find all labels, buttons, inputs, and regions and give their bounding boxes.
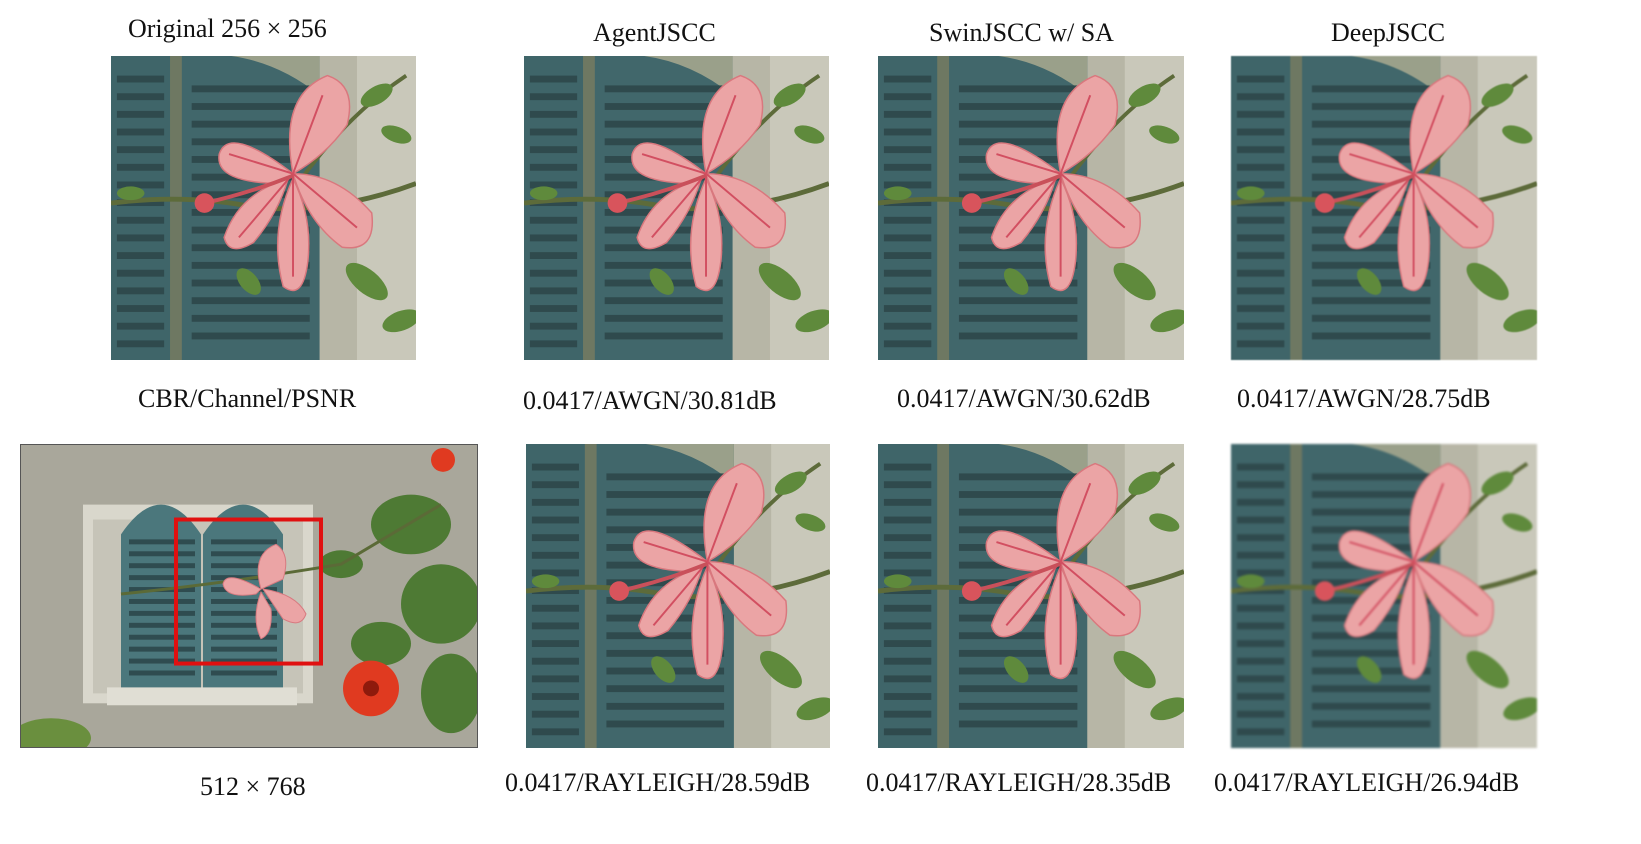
deepjscc-awgn-image [1231, 56, 1537, 360]
deepjscc-rayleigh-image [1231, 444, 1537, 748]
swinjscc-awgn-result: 0.0417/AWGN/30.62dB [897, 384, 1151, 413]
full-original-image [20, 444, 478, 748]
metric-legend-label: CBR/Channel/PSNR [138, 384, 357, 413]
deepjscc-awgn-result: 0.0417/AWGN/28.75dB [1237, 384, 1491, 413]
original-crop-image [111, 56, 416, 360]
agentjscc-awgn-result: 0.0417/AWGN/30.81dB [523, 386, 777, 415]
original-title: Original 256 × 256 [128, 14, 327, 43]
agentjscc-awgn-image [524, 56, 829, 360]
full-image-size-label: 512 × 768 [200, 772, 306, 801]
agentjscc-title: AgentJSCC [593, 18, 716, 47]
agentjscc-rayleigh-result: 0.0417/RAYLEIGH/28.59dB [505, 768, 811, 797]
swinjscc-awgn-image [878, 56, 1184, 360]
deepjscc-rayleigh-result: 0.0417/RAYLEIGH/26.94dB [1214, 768, 1520, 797]
deepjscc-title: DeepJSCC [1331, 18, 1446, 47]
agentjscc-rayleigh-image [526, 444, 830, 748]
swinjscc-title: SwinJSCC w/ SA [929, 18, 1114, 47]
swinjscc-rayleigh-image [878, 444, 1184, 748]
swinjscc-rayleigh-result: 0.0417/RAYLEIGH/28.35dB [866, 768, 1172, 797]
